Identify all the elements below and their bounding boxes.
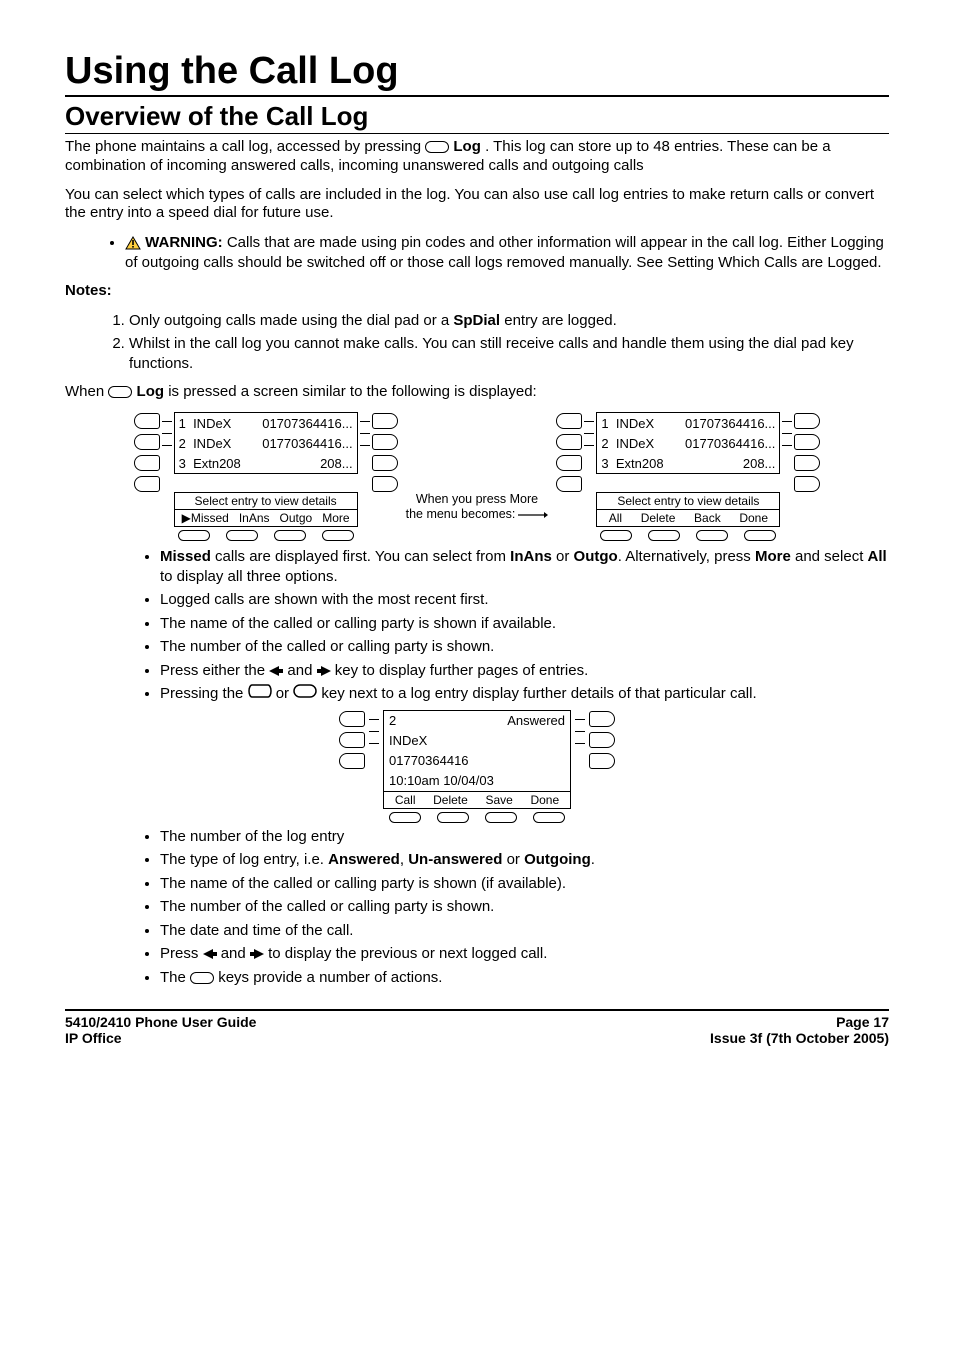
feature-button-left-icon: [248, 684, 272, 704]
feature-button-icon: [794, 455, 820, 471]
list-item: The type of log entry, i.e. Answered, Un…: [160, 850, 889, 870]
feature-button-icon: [134, 434, 160, 450]
list-item: The date and time of the call.: [160, 921, 889, 941]
feature-button-icon: [794, 476, 820, 492]
list-item: The number of the called or calling part…: [160, 637, 889, 657]
footer-product: IP Office: [65, 1030, 256, 1046]
spdial-label: SpDial: [453, 312, 500, 329]
log-button-icon: [108, 386, 132, 398]
list-item: Pressing the or key next to a log entry …: [160, 684, 889, 704]
page-footer: 5410/2410 Phone User Guide IP Office Pag…: [65, 1014, 889, 1046]
lcd-detail: 2Answered INDeX 01770364416 10:10am 10/0…: [383, 710, 571, 792]
feature-button-icon: [134, 476, 160, 492]
lcd-softmenu-left: ▶Missed InAns Outgo More: [174, 510, 358, 527]
feature-button-icon: [372, 476, 398, 492]
feature-button-icon: [372, 434, 398, 450]
warning-item: WARNING: Calls that are made using pin c…: [125, 233, 889, 272]
list-item: Missed calls are displayed first. You ca…: [160, 547, 889, 586]
list-item: The name of the called or calling party …: [160, 874, 889, 894]
feature-button-icon: [589, 732, 615, 748]
feature-button-icon: [339, 711, 365, 727]
lcd-hint: Select entry to view details: [174, 492, 358, 510]
softkey-icon: [533, 812, 565, 823]
softkey-icon: [322, 530, 354, 541]
feature-button-icon: [589, 753, 615, 769]
feature-button-icon: [372, 455, 398, 471]
softkey-icon: [226, 530, 258, 541]
list-item: Logged calls are shown with the most rec…: [160, 590, 889, 610]
arrow-right-icon: [317, 666, 331, 676]
note-item-2: Whilst in the call log you cannot make c…: [129, 334, 889, 373]
softkey-icon: [696, 530, 728, 541]
softkey-icon: [485, 812, 517, 823]
feature-button-icon: [134, 455, 160, 471]
log-label: Log: [137, 383, 165, 400]
list-item: The number of the called or calling part…: [160, 897, 889, 917]
intro-para-1: The phone maintains a call log, accessed…: [65, 138, 889, 176]
softkey-icon: [274, 530, 306, 541]
log-label: Log: [453, 138, 481, 155]
arrow-left-icon: [203, 949, 217, 959]
feature-button-icon: [794, 434, 820, 450]
warning-text: Calls that are made using pin codes and …: [125, 234, 884, 271]
feature-button-icon: [134, 413, 160, 429]
when-log-text: When Log is pressed a screen similar to …: [65, 383, 889, 402]
feature-button-icon: [794, 413, 820, 429]
list-item: Press and to display the previous or nex…: [160, 944, 889, 964]
text: is pressed a screen similar to the follo…: [168, 383, 537, 400]
feature-button-icon: [556, 476, 582, 492]
lcd-detail-softmenu: Call Delete Save Done: [383, 792, 571, 809]
arrow-right-icon: [250, 949, 264, 959]
warning-label: WARNING:: [145, 234, 223, 251]
lcd-list-right: 1 INDeX01707364416... 2 INDeX01770364416…: [596, 412, 780, 474]
lcd-list-left: 1 INDeX01707364416... 2 INDeX01770364416…: [174, 412, 358, 474]
softkey-icon: [744, 530, 776, 541]
softkey-icon: [600, 530, 632, 541]
notes-heading: Notes:: [65, 282, 889, 301]
feature-button-icon: [589, 711, 615, 727]
footer-doc-title: 5410/2410 Phone User Guide: [65, 1014, 256, 1030]
lcd-hint: Select entry to view details: [596, 492, 780, 510]
text: Only outgoing calls made using the dial …: [129, 312, 453, 329]
list-item: The name of the called or calling party …: [160, 614, 889, 634]
feature-button-icon: [556, 413, 582, 429]
lcd-softmenu-right: All Delete Back Done: [596, 510, 780, 527]
footer-issue: Issue 3f (7th October 2005): [710, 1030, 889, 1046]
log-button-icon: [425, 141, 449, 153]
feature-button-right-icon: [293, 684, 317, 704]
softkey-icon: [178, 530, 210, 541]
text: entry are logged.: [500, 312, 617, 329]
section-title: Overview of the Call Log: [65, 101, 889, 134]
warning-icon: [125, 236, 141, 250]
feature-button-icon: [339, 732, 365, 748]
softkey-icon: [389, 812, 421, 823]
list-item: The number of the log entry: [160, 827, 889, 847]
feature-button-icon: [556, 455, 582, 471]
softkey-icon: [437, 812, 469, 823]
text: When: [65, 383, 108, 400]
note-item-1: Only outgoing calls made using the dial …: [129, 311, 889, 331]
feature-button-icon: [556, 434, 582, 450]
transition-label: When you press More the menu becomes:: [406, 432, 549, 521]
feature-button-icon: [372, 413, 398, 429]
arrow-left-icon: [269, 666, 283, 676]
feature-button-icon: [339, 753, 365, 769]
softkey-oval-icon: [190, 972, 214, 984]
list-item: The keys provide a number of actions.: [160, 968, 889, 988]
page-title: Using the Call Log: [65, 50, 889, 97]
diagram-call-log-screens: 1 INDeX01707364416... 2 INDeX01770364416…: [65, 412, 889, 541]
footer-page-num: Page 17: [710, 1014, 889, 1030]
list-item: Press either the and key to display furt…: [160, 661, 889, 681]
text: The phone maintains a call log, accessed…: [65, 138, 425, 155]
intro-para-2: You can select which types of calls are …: [65, 186, 889, 224]
diagram-call-detail: 2Answered INDeX 01770364416 10:10am 10/0…: [65, 710, 889, 823]
softkey-icon: [648, 530, 680, 541]
